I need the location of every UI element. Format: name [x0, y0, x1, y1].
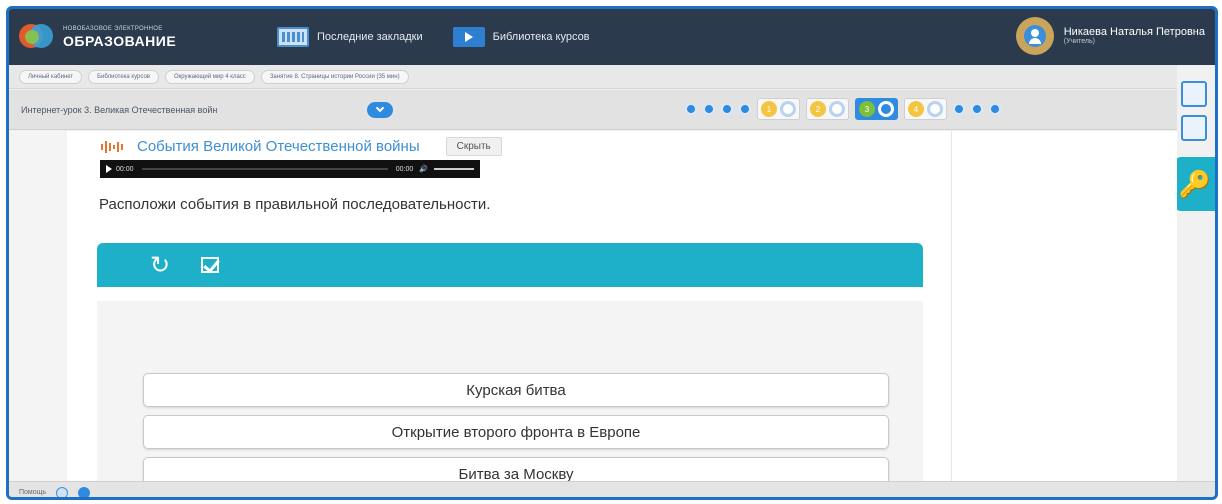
audio-icon: [101, 140, 127, 154]
volume-slider[interactable]: [434, 168, 474, 170]
player-time-start: 00:00: [116, 165, 134, 173]
right-panel: [951, 131, 1177, 481]
player-time-end: 00:00: [395, 165, 414, 173]
step-dot[interactable]: [703, 103, 715, 115]
breadcrumb-item[interactable]: Библиотека курсов: [88, 69, 159, 84]
content-area: События Великой Отечественной войны Скры…: [9, 131, 1177, 491]
hide-button[interactable]: Скрыть: [445, 137, 502, 156]
help-icon[interactable]: [78, 486, 91, 497]
step-pill[interactable]: 4: [904, 98, 947, 120]
help-label: Помощь: [19, 489, 47, 496]
logo-title: ОБРАЗОВАНИЕ: [63, 33, 177, 49]
list-item[interactable]: Открытие второго фронта в Европе: [143, 415, 889, 449]
lesson-title: Интернет-урок 3. Великая Отечественная в…: [21, 104, 218, 115]
step-pill[interactable]: 2: [806, 98, 849, 120]
step-dot[interactable]: [685, 103, 697, 115]
logo[interactable]: НОВОБАЗОВОЕ ЭЛЕКТРОННОЕ ОБРАЗОВАНИЕ: [19, 22, 247, 52]
list-item[interactable]: Курская битва: [143, 373, 889, 407]
bookmarks-icon: [277, 27, 309, 47]
top-navigation-bar: НОВОБАЗОВОЕ ЭЛЕКТРОННОЕ ОБРАЗОВАНИЕ Посл…: [9, 9, 1215, 65]
volume-icon[interactable]: 🔊: [419, 165, 428, 173]
play-icon[interactable]: [106, 165, 112, 173]
nav-recent-bookmarks[interactable]: Последние закладки: [277, 27, 423, 47]
lesson-bar: Интернет-урок 3. Великая Отечественная в…: [9, 90, 1177, 130]
user-profile[interactable]: Никаева Наталья Петровна (Учитель): [1015, 17, 1205, 55]
user-role: (Учитель): [1063, 38, 1095, 46]
user-icon: [1023, 25, 1046, 47]
breadcrumb: Личный кабинет Библиотека курсов Окружаю…: [9, 65, 1177, 89]
step-number: 2: [810, 101, 826, 117]
logo-subtitle: НОВОБАЗОВОЕ ЭЛЕКТРОННОЕ: [63, 26, 163, 32]
refresh-icon: ↻: [149, 251, 171, 279]
status-bar: Помощь: [9, 481, 1215, 497]
avatar: [1015, 17, 1054, 55]
check-icon: [201, 257, 219, 273]
task-toolbar: ↻: [97, 243, 923, 287]
lesson-content: События Великой Отечественной войны Скры…: [67, 131, 951, 491]
lesson-dropdown-button[interactable]: [367, 101, 393, 118]
audio-player[interactable]: 00:00 00:00 🔊: [100, 160, 480, 178]
step-dot[interactable]: [971, 103, 983, 115]
edit-step-icon[interactable]: [739, 103, 751, 115]
person-icon[interactable]: [56, 486, 69, 497]
step-number: 1: [761, 101, 777, 117]
check-button[interactable]: [185, 243, 235, 287]
right-toolbar: [1173, 73, 1215, 149]
play-step-icon[interactable]: [721, 103, 733, 115]
breadcrumb-item[interactable]: Окружающий мир 4 класс: [165, 69, 255, 84]
grid-icon[interactable]: [1181, 115, 1207, 141]
refresh-button[interactable]: ↻: [135, 243, 185, 287]
step-dot[interactable]: [989, 103, 1001, 115]
section-header: События Великой Отечественной войны Скры…: [101, 137, 502, 156]
logo-mark-icon: [19, 22, 57, 52]
key-icon[interactable]: 🔑: [1175, 157, 1215, 211]
nav-course-library-label: Библиотека курсов: [492, 31, 590, 43]
user-name: Никаева Наталья Петровна: [1063, 26, 1205, 39]
step-pill-active[interactable]: 3: [855, 98, 898, 120]
app-window: НОВОБАЗОВОЕ ЭЛЕКТРОННОЕ ОБРАЗОВАНИЕ Посл…: [6, 6, 1218, 500]
library-icon: [452, 27, 485, 47]
step-number: 4: [908, 101, 924, 117]
notes-icon[interactable]: [1181, 81, 1207, 107]
step-dot[interactable]: [953, 103, 965, 115]
section-title: События Великой Отечественной войны: [137, 138, 420, 155]
step-number: 3: [859, 101, 875, 117]
task-instruction: Расположи события в правильной последова…: [99, 196, 491, 213]
step-pill[interactable]: 1: [757, 98, 800, 120]
breadcrumb-item[interactable]: Занятие 8. Страницы истории России (35 м…: [260, 69, 409, 84]
chevron-down-icon: [375, 103, 385, 113]
breadcrumb-item[interactable]: Личный кабинет: [19, 69, 83, 84]
step-navigator: 1 2 3 4: [685, 98, 1007, 120]
player-progress-bar[interactable]: [141, 168, 388, 170]
nav-course-library[interactable]: Библиотека курсов: [452, 27, 590, 47]
nav-recent-bookmarks-label: Последние закладки: [317, 31, 423, 43]
